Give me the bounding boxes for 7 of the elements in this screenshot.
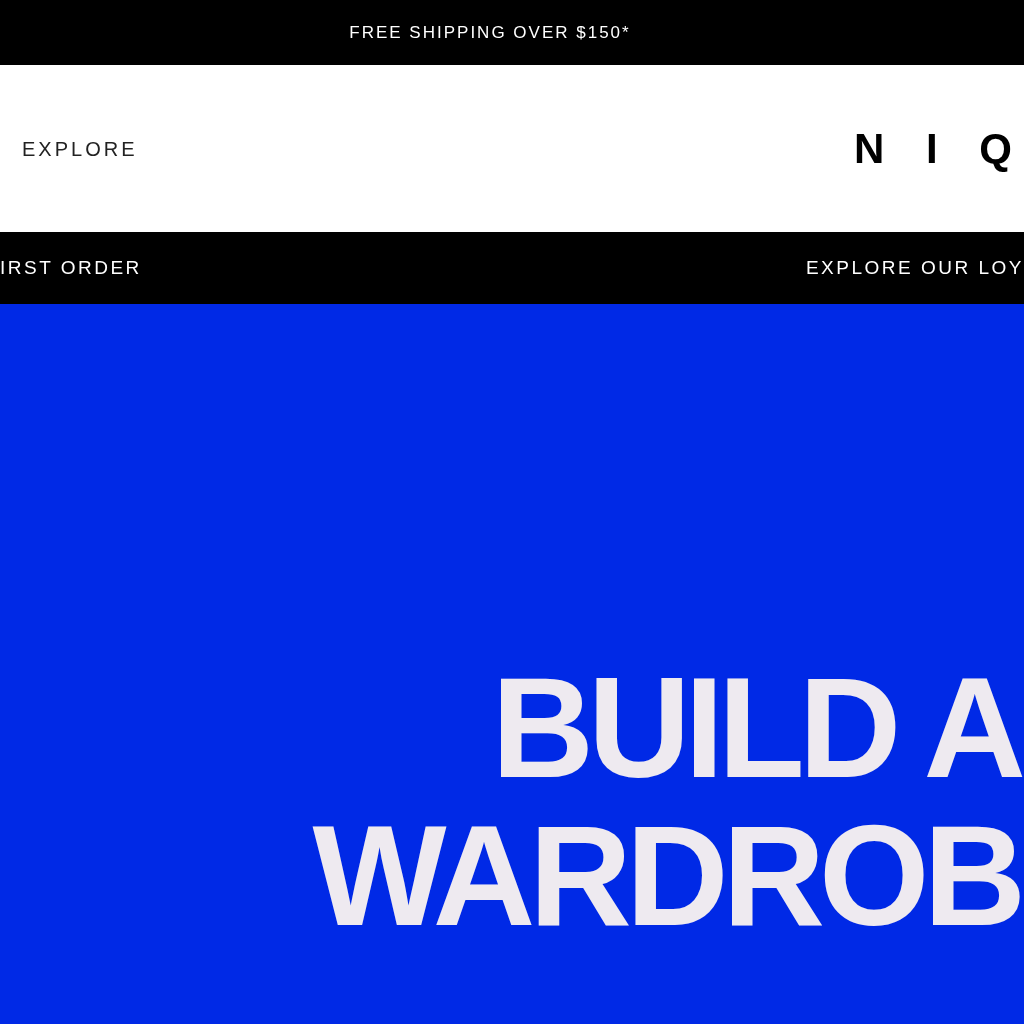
promo-link[interactable]: EXPLORE OUR LOY [805, 253, 1024, 283]
promo-link[interactable]: IRST ORDER [0, 253, 142, 283]
explore-link[interactable]: EXPLORE [22, 133, 138, 164]
hero-heading: BUILD A [491, 654, 1020, 802]
logo[interactable]: N I Q [854, 117, 1012, 180]
announcement-text: FREE SHIPPING OVER $150* [349, 21, 631, 44]
hero-heading: WARDROB [312, 802, 1020, 950]
